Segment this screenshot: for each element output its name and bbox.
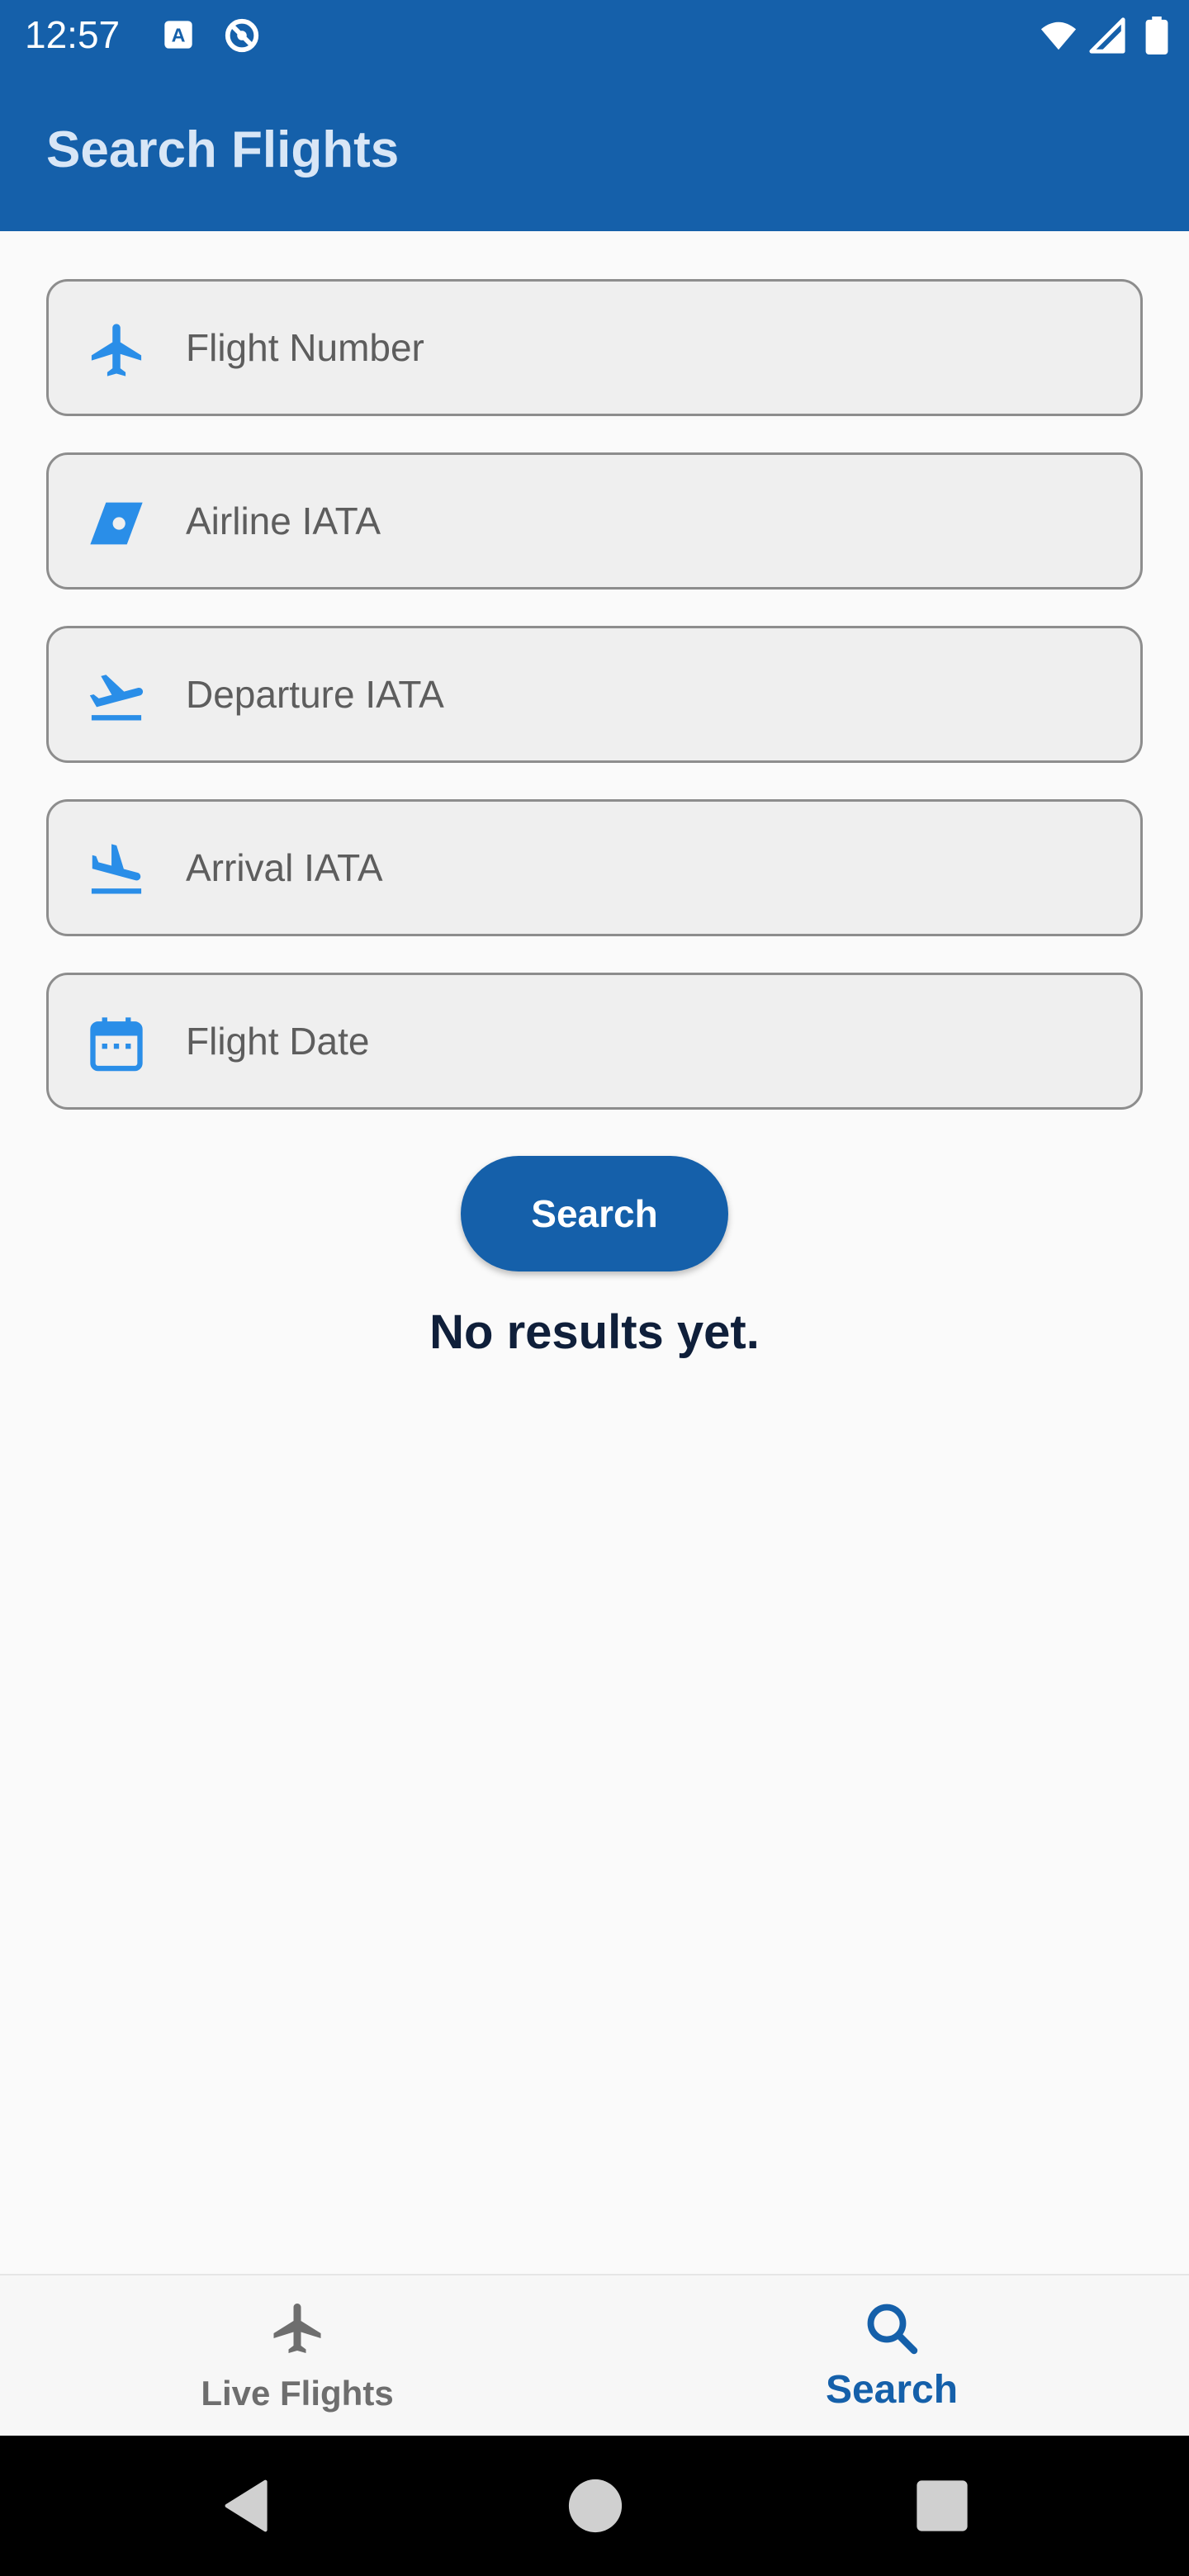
airplane-icon: [273, 2304, 321, 2353]
departure-iata-field[interactable]: [46, 626, 1143, 763]
search-icon: [867, 2304, 918, 2355]
flight-number-input[interactable]: [186, 282, 1119, 414]
nav-label-live-flights: Live Flights: [201, 2374, 394, 2413]
back-icon[interactable]: [220, 2477, 277, 2535]
home-icon[interactable]: [566, 2477, 624, 2535]
arrival-iata-input[interactable]: [186, 802, 1119, 934]
airline-iata-input[interactable]: [186, 455, 1119, 587]
battery-icon: [1145, 17, 1168, 54]
wifi-icon: [1040, 21, 1077, 50]
calendar-icon: [90, 1017, 143, 1072]
app-bar: Search Flights: [0, 69, 1189, 231]
page-title: Search Flights: [46, 121, 400, 178]
status-bar: 12:57 A: [0, 0, 1189, 69]
system-navigation-bar: [0, 2436, 1189, 2576]
airline-tail-icon: [90, 502, 143, 545]
status-time: 12:57: [25, 13, 121, 56]
search-button[interactable]: Search: [461, 1156, 728, 1271]
flight-date-field[interactable]: [46, 973, 1143, 1110]
nav-item-live-flights[interactable]: Live Flights: [0, 2275, 594, 2437]
signal-icon: [1089, 17, 1125, 54]
recents-icon[interactable]: [913, 2477, 971, 2535]
no-results-text: No results yet.: [429, 1305, 760, 1359]
airplane-icon: [91, 324, 142, 376]
departure-iata-input[interactable]: [186, 628, 1119, 760]
nav-item-search[interactable]: Search: [594, 2275, 1189, 2437]
no-sync-icon: [225, 18, 259, 53]
flight-land-icon: [91, 844, 142, 894]
flight-takeoff-icon: [89, 675, 144, 721]
flight-number-field[interactable]: [46, 279, 1143, 416]
nav-label-search: Search: [825, 2368, 959, 2412]
a-accessibility-icon: A: [164, 21, 192, 49]
flight-date-input[interactable]: [186, 975, 1119, 1107]
bottom-nav: Live Flights Search: [0, 2274, 1189, 2436]
arrival-iata-field[interactable]: [46, 799, 1143, 936]
svg-text:A: A: [172, 24, 186, 45]
airline-iata-field[interactable]: [46, 452, 1143, 590]
